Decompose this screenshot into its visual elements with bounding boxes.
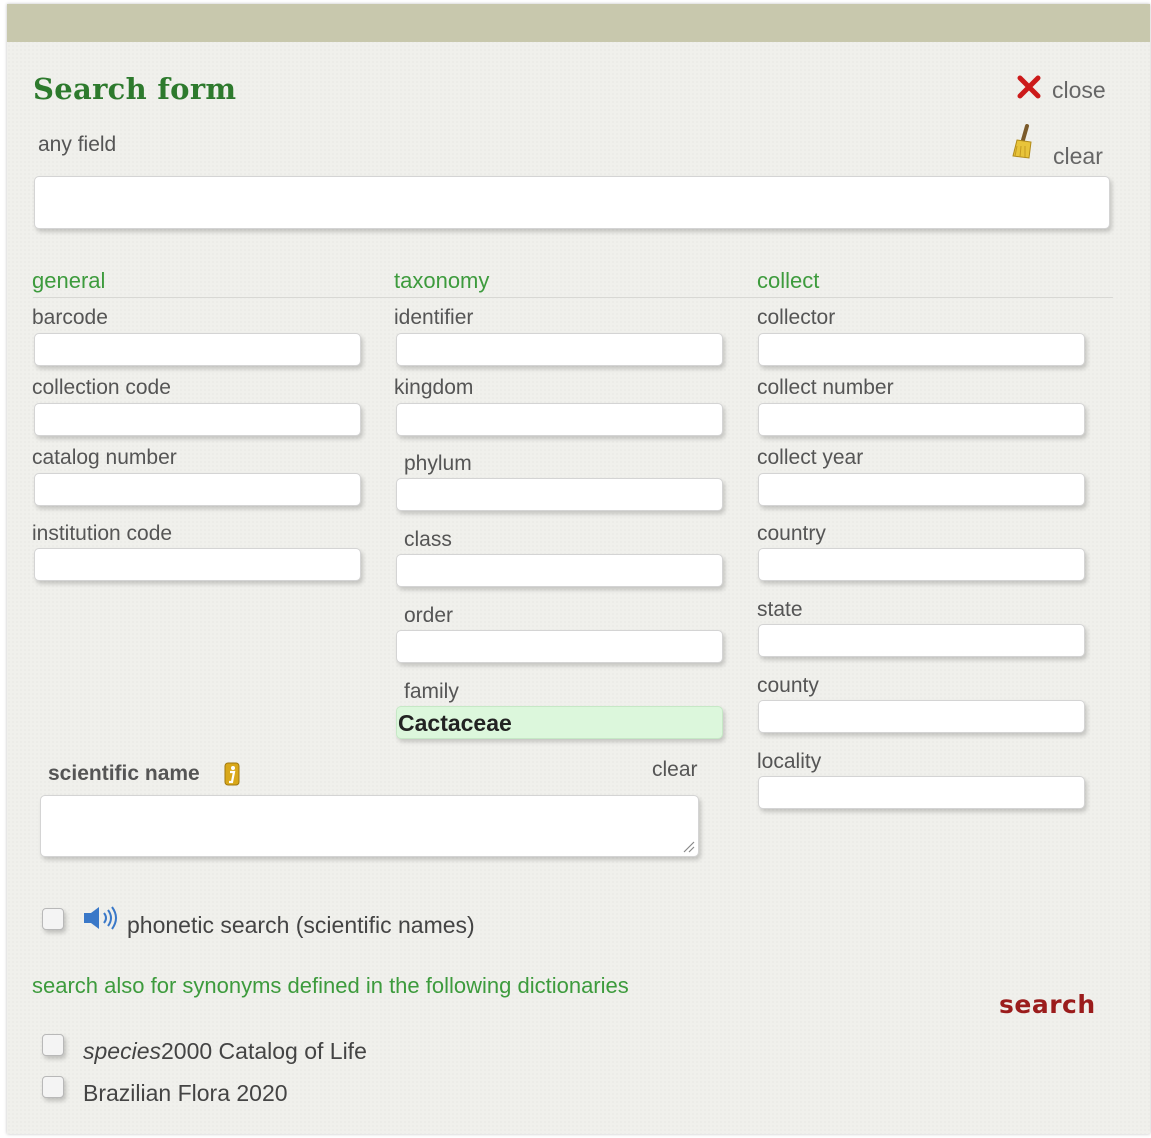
section-general: general [32, 268, 106, 293]
barcode-input[interactable] [34, 333, 361, 366]
search-button[interactable]: search [999, 990, 1096, 1019]
catalog-number-input[interactable] [34, 473, 361, 506]
collection-code-input[interactable] [34, 403, 361, 436]
collect-number-input[interactable] [758, 403, 1085, 436]
species2000-label-rest: 2000 Catalog of Life [160, 1038, 367, 1064]
order-label: order [404, 604, 454, 627]
collector-label: collector [757, 306, 836, 329]
class-input[interactable] [396, 554, 723, 587]
speaker-icon [84, 906, 117, 930]
phylum-input[interactable] [396, 478, 723, 511]
county-label: county [757, 674, 819, 697]
family-label: family [404, 680, 459, 703]
locality-input[interactable] [758, 776, 1085, 809]
broom-icon [1012, 124, 1032, 159]
section-collect: collect [757, 268, 820, 293]
dialog-title-bar[interactable] [7, 4, 1150, 42]
clear-button[interactable]: clear [1007, 124, 1112, 169]
collect-year-label: collect year [757, 446, 864, 469]
search-form-dialog: Search form close clear any field genera… [7, 4, 1150, 1134]
institution-code-label: institution code [32, 522, 173, 545]
country-input[interactable] [758, 548, 1085, 581]
scientific-clear-button[interactable]: clear [652, 758, 698, 782]
phonetic-search-checkbox[interactable] [42, 908, 64, 930]
county-input[interactable] [758, 700, 1085, 733]
phylum-label: phylum [404, 452, 472, 475]
close-label: close [1052, 77, 1106, 103]
scientific-name-textarea[interactable] [40, 795, 699, 857]
close-icon [1017, 75, 1041, 99]
institution-code-input[interactable] [34, 548, 361, 581]
resize-handle-icon[interactable] [681, 839, 695, 853]
identifier-label: identifier [394, 306, 474, 329]
kingdom-label: kingdom [394, 376, 474, 399]
class-label: class [404, 528, 452, 551]
species2000-label-italic: species [83, 1038, 161, 1064]
collect-number-label: collect number [757, 376, 894, 399]
scientific-name-label: scientific name [48, 762, 200, 785]
collector-input[interactable] [758, 333, 1085, 366]
species2000-label: species2000 Catalog of Life [83, 1038, 367, 1065]
species2000-checkbox[interactable] [42, 1034, 64, 1056]
collect-year-input[interactable] [758, 473, 1085, 506]
order-input[interactable] [396, 630, 723, 663]
synonyms-heading: search also for synonyms defined in the … [32, 973, 629, 998]
section-divider [33, 297, 1113, 298]
identifier-input[interactable] [396, 333, 723, 366]
state-label: state [757, 598, 803, 621]
catalog-number-label: catalog number [32, 446, 177, 469]
barcode-label: barcode [32, 306, 108, 329]
clear-label: clear [1053, 143, 1103, 169]
info-icon[interactable] [223, 761, 241, 787]
family-input[interactable]: Cactaceae [396, 706, 723, 739]
close-button[interactable]: close [1012, 72, 1112, 108]
locality-label: locality [757, 750, 822, 773]
section-taxonomy: taxonomy [394, 268, 490, 293]
any-field-label: any field [38, 133, 117, 156]
any-field-input[interactable] [34, 176, 1110, 229]
form-title: Search form [33, 72, 237, 106]
family-input-value: Cactaceae [398, 710, 512, 736]
phonetic-search-label: phonetic search (scientific names) [127, 912, 475, 938]
kingdom-input[interactable] [396, 403, 723, 436]
state-input[interactable] [758, 624, 1085, 657]
collection-code-label: collection code [32, 376, 171, 399]
country-label: country [757, 522, 826, 545]
brazilian-flora-label: Brazilian Flora 2020 [83, 1080, 288, 1106]
brazilian-flora-checkbox[interactable] [42, 1076, 64, 1098]
